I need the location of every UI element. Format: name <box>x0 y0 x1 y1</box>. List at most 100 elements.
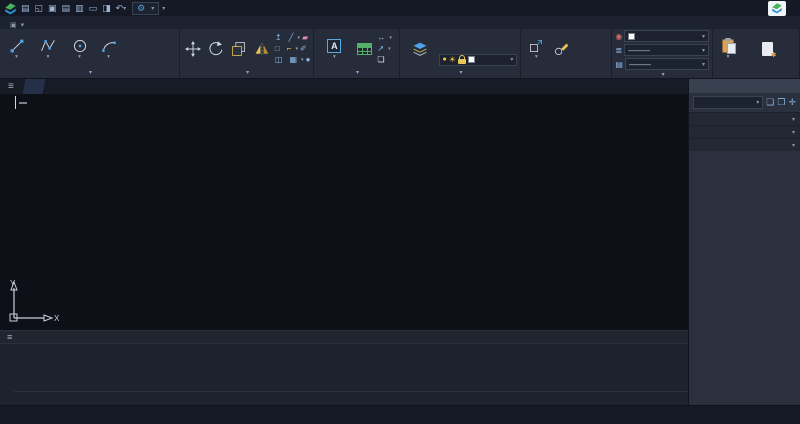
drawing-canvas[interactable]: Y X <box>0 94 688 330</box>
layout-menu-icon[interactable]: ≡ <box>0 332 19 342</box>
chevron-down-icon: ▾ <box>459 69 462 76</box>
layer-stack-icon <box>412 40 428 57</box>
quick-access-icon[interactable]: ◱ <box>35 2 44 14</box>
chevron-down-icon: ▾ <box>702 33 705 40</box>
chevron-down-icon: ▾ <box>356 69 359 76</box>
linetype-icon: ≣ <box>615 46 622 55</box>
chevron-down-icon: ▾ <box>295 46 298 52</box>
section-basic[interactable]: ▾ <box>689 112 800 125</box>
layer-thaw-sun-icon: ☀ <box>449 55 456 64</box>
chevron-down-icon[interactable]: ▾ <box>535 55 538 60</box>
layer-panel-label[interactable]: ▾ <box>400 67 521 78</box>
select-objects-icon[interactable]: ❐ <box>777 97 785 108</box>
chevron-down-icon[interactable]: ▾ <box>15 55 18 60</box>
section-view[interactable]: ▾ <box>689 125 800 138</box>
quick-access-icon[interactable]: ▤ <box>21 2 30 14</box>
chevron-down-icon: ▾ <box>246 69 249 76</box>
chevron-down-icon[interactable]: ▾ <box>333 55 336 60</box>
rotate-tool-button[interactable] <box>206 40 227 57</box>
layer-color-swatch <box>468 56 475 63</box>
chevron-down-icon[interactable]: ▾ <box>78 55 81 60</box>
chevron-down-icon: ▾ <box>301 57 304 63</box>
block-panel-label[interactable] <box>521 67 611 78</box>
ribbon: ▾ ▾ ▾ <box>0 29 800 79</box>
quick-access-icon[interactable]: ▣ <box>48 2 57 14</box>
mtext-tool-button[interactable]: ▾ <box>317 38 351 60</box>
ribbon-panel-properties: ◉ ▾ ≣ ——— ▾ ▤ <box>612 29 713 78</box>
toggle-pickadd-icon[interactable]: ❏ <box>766 97 774 108</box>
copy-paste-settings-button[interactable] <box>742 40 794 57</box>
layer-dropdown[interactable]: ● ☀ ▾ <box>439 54 518 66</box>
circle-tool-button[interactable]: ▾ <box>66 38 93 60</box>
object-color-dropdown[interactable]: ▾ <box>624 30 709 42</box>
draw-panel-label[interactable]: ▾ <box>0 67 179 78</box>
trim-icon: ╱ <box>289 33 294 42</box>
annotate-panel-label[interactable]: ▾ <box>314 67 398 78</box>
mtext-icon <box>327 39 341 53</box>
workspace-gear-icon: ⚙ <box>137 3 145 14</box>
line-icon <box>9 38 25 55</box>
insert-block-icon <box>528 38 544 55</box>
edit-basepoint-button[interactable] <box>550 40 572 57</box>
mirror-icon <box>254 40 270 57</box>
linetype-dropdown[interactable]: ——— ▾ <box>624 44 709 56</box>
mirror-tool-button[interactable] <box>252 40 273 57</box>
chevron-down-icon[interactable]: ▾ <box>107 55 110 60</box>
modify-panel-label[interactable]: ▾ <box>180 67 313 78</box>
section-other[interactable]: ▾ <box>689 138 800 151</box>
chevron-down-icon: ▾ <box>151 5 154 12</box>
quick-select-icon[interactable]: ✛ <box>788 97 796 108</box>
ribbon-panel-layer: ● ☀ ▾ ▾ <box>400 29 522 78</box>
quick-access-icon[interactable]: ▥ <box>75 2 84 14</box>
field-icon: ❏ <box>377 55 384 64</box>
ribbon-panel-block: ▾ <box>521 29 612 78</box>
paste-button[interactable]: ▾ <box>716 38 740 60</box>
sphere-icon[interactable]: ● <box>306 55 311 64</box>
chevron-down-icon: ▾ <box>388 46 391 52</box>
document-tab-drawing1[interactable] <box>22 79 45 94</box>
file-tabs-menu-icon[interactable]: ≡ <box>2 81 20 92</box>
stretch-icon: ↥ <box>275 33 282 42</box>
quick-access-icon[interactable]: ◨ <box>102 2 111 14</box>
move-tool-button[interactable] <box>183 40 204 57</box>
move-icon <box>185 40 201 57</box>
window-controls <box>768 1 796 16</box>
table-tool-button[interactable] <box>353 40 375 57</box>
layer-unlock-icon <box>458 59 466 64</box>
quick-access-icon[interactable]: ▤ <box>62 2 71 14</box>
copy-tool-button[interactable] <box>229 40 250 57</box>
command-prompt[interactable] <box>14 391 688 405</box>
copy-icon <box>231 40 247 57</box>
erase-icon[interactable]: ▰ <box>302 33 308 42</box>
basepoint-icon <box>553 40 569 57</box>
lineweight-dropdown[interactable]: ——— ▾ <box>625 58 709 70</box>
chevron-down-icon[interactable]: ▾ <box>727 55 730 60</box>
color-swatch <box>628 33 635 40</box>
arc-tool-button[interactable]: ▾ <box>95 38 122 60</box>
quick-access-toolbar: ▤ ◱ ▣ ▤ ▥ ▭ ◨ ↶ <box>21 2 123 14</box>
chevron-down-icon[interactable]: ▾ <box>47 55 50 60</box>
properties-panel-label[interactable]: ▾ <box>612 70 712 78</box>
layer-properties-button[interactable] <box>403 30 437 67</box>
command-window[interactable] <box>0 343 688 405</box>
quick-access-icon[interactable]: ↶ <box>116 2 124 14</box>
leader-icon: ↗ <box>377 44 384 53</box>
paste-settings-icon <box>762 42 773 56</box>
insert-block-button[interactable]: ▾ <box>524 38 548 60</box>
properties-palette: ▾ ❏ ❐ ✛ ▾ ▾ ▾ <box>688 79 800 405</box>
workspace-dropdown[interactable]: ⚙ ▾ <box>132 2 159 15</box>
quick-access-icon[interactable]: ▭ <box>89 2 98 14</box>
selection-filter-dropdown[interactable]: ▾ <box>693 96 763 109</box>
toolbar-customize-icon[interactable]: ▾ <box>162 5 165 12</box>
clipboard-panel-label[interactable] <box>713 67 799 78</box>
zwsoft-badge-icon[interactable] <box>768 1 786 16</box>
line-tool-button[interactable]: ▾ <box>3 38 30 60</box>
pen-icon[interactable]: ✐ <box>300 44 307 53</box>
ucs-icon: Y X <box>6 278 60 326</box>
array-icon: ▦ <box>289 55 297 64</box>
ribbon-display-toggle[interactable]: ▣ ▾ <box>10 21 24 29</box>
ribbon-panel-clipboard: ▾ <box>713 29 800 78</box>
zwcad-logo-icon <box>4 2 17 15</box>
undo-dropdown-icon[interactable]: ▾ <box>123 5 126 12</box>
polyline-tool-button[interactable]: ▾ <box>32 38 64 60</box>
